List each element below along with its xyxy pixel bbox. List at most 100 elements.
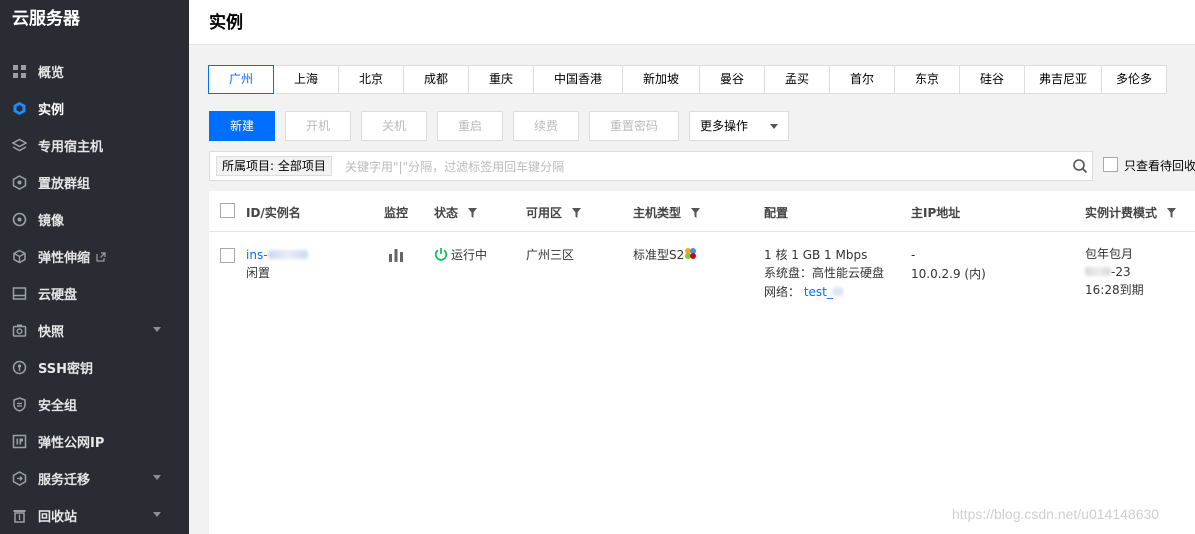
sidebar-item-elastic-ip[interactable]: 弹性公网IP (0, 423, 189, 460)
drive-icon (12, 286, 27, 301)
col-type-label: 主机类型 (633, 206, 682, 220)
project-filter-tag[interactable]: 所属项目: 全部项目 (216, 156, 332, 176)
renew-button[interactable]: 续费 (513, 111, 579, 141)
tab-region-virginia[interactable]: 弗吉尼亚 (1025, 65, 1102, 94)
camera-icon (12, 323, 27, 338)
group-icon (12, 175, 27, 190)
search-input[interactable]: 所属项目: 全部项目 关键字用"|"分隔，过滤标签用回车键分隔 (209, 151, 1093, 181)
sidebar-item-instances[interactable]: 实例 (0, 90, 189, 127)
disc-icon (12, 212, 27, 227)
sidebar-item-label: 云硬盘 (38, 288, 78, 303)
search-placeholder: 关键字用"|"分隔，过滤标签用回车键分隔 (345, 160, 565, 174)
sidebar-item-image[interactable]: 镜像 (0, 201, 189, 238)
restart-button[interactable]: 重启 (437, 111, 503, 141)
network-link[interactable]: test_ (804, 285, 833, 299)
tab-region-singapore[interactable]: 新加坡 (623, 65, 700, 94)
instance-name: 闲置 (246, 266, 271, 280)
sidebar-item-auto-scaling[interactable]: 弹性伸缩 (0, 238, 189, 275)
sidebar-title: 云服务器 (12, 9, 80, 29)
chevron-down-icon (153, 512, 161, 517)
filter-icon[interactable] (468, 208, 478, 218)
watermark: https://blog.csdn.net/u014148630 (952, 506, 1160, 522)
select-all-checkbox[interactable] (220, 203, 235, 218)
sidebar-item-cloud-disk[interactable]: 云硬盘 (0, 275, 189, 312)
tab-region-toronto[interactable]: 多伦多 (1102, 65, 1167, 94)
col-zone[interactable]: 可用区 (526, 204, 582, 221)
reset-password-button[interactable]: 重置密码 (589, 111, 679, 141)
bar-chart-icon[interactable] (388, 248, 404, 262)
filter-icon[interactable] (572, 208, 582, 218)
sidebar-item-placement-group[interactable]: 置放群组 (0, 164, 189, 201)
filter-icon[interactable] (691, 208, 701, 218)
external-link-icon (96, 251, 106, 262)
sidebar-item-recycle-bin[interactable]: 回收站 (0, 497, 189, 534)
tab-region-chongqing[interactable]: 重庆 (469, 65, 534, 94)
col-status[interactable]: 状态 (434, 204, 478, 221)
col-billing[interactable]: 实例计费模式 (1085, 204, 1177, 221)
box-icon (12, 249, 27, 264)
sidebar-item-migration[interactable]: 服务迁移 (0, 460, 189, 497)
tab-region-hongkong[interactable]: 中国香港 (534, 65, 623, 94)
sidebar-item-label: 服务迁移 (38, 473, 91, 488)
tab-region-mumbai[interactable]: 孟买 (765, 65, 830, 94)
sidebar-item-label: SSH密钥 (38, 362, 94, 377)
network-label: 网络： (764, 285, 801, 299)
tab-region-seoul[interactable]: 首尔 (830, 65, 895, 94)
table-header: ID/实例名 监控 状态 可用区 主机类型 配置 主IP地址 实例计费模式 (209, 191, 1195, 232)
more-actions-dropdown[interactable]: 更多操作 (689, 111, 789, 141)
colorful-badge-icon (685, 248, 697, 259)
start-button[interactable]: 开机 (285, 111, 351, 141)
tab-region-guangzhou[interactable]: 广州 (208, 65, 274, 94)
tab-region-beijing[interactable]: 北京 (339, 65, 404, 94)
sidebar-item-label: 回收站 (38, 510, 78, 525)
sidebar-item-label: 安全组 (38, 399, 78, 414)
col-status-label: 状态 (434, 206, 459, 220)
col-type[interactable]: 主机类型 (633, 204, 701, 221)
config-cpu-mem: 1 核 1 GB 1 Mbps (764, 248, 868, 262)
new-button[interactable]: 新建 (209, 111, 275, 141)
col-config: 配置 (764, 206, 789, 220)
pending-recycle-checkbox[interactable] (1103, 157, 1118, 172)
col-id: ID/实例名 (246, 206, 301, 220)
tab-region-shanghai[interactable]: 上海 (274, 65, 339, 94)
billing-mode: 包年包月 (1085, 247, 1134, 261)
shield-icon (12, 397, 27, 412)
config-disk: 系统盘：高性能云硬盘 (764, 266, 885, 280)
tab-region-silicon-valley[interactable]: 硅谷 (960, 65, 1025, 94)
grid-icon (12, 64, 27, 79)
tab-region-tokyo[interactable]: 东京 (895, 65, 960, 94)
sidebar-item-security-group[interactable]: 安全组 (0, 386, 189, 423)
shutdown-button[interactable]: 关机 (361, 111, 427, 141)
instance-id: ins- (246, 248, 268, 262)
expire-date: -23 (1085, 263, 1131, 281)
caret-down-icon (770, 124, 778, 129)
sidebar-item-snapshot[interactable]: 快照 (0, 312, 189, 349)
instance-type: 标准型S2 (633, 246, 697, 264)
sidebar-item-dedicated-host[interactable]: 专用宿主机 (0, 127, 189, 164)
expire-date-suffix: -23 (1111, 265, 1131, 279)
redacted-id (267, 250, 308, 259)
sidebar-item-ssh-key[interactable]: SSH密钥 (0, 349, 189, 386)
sidebar-item-overview[interactable]: 概览 (0, 53, 189, 90)
pending-recycle-label: 只查看待回收 (1124, 159, 1195, 173)
tab-region-chengdu[interactable]: 成都 (404, 65, 469, 94)
status-text: 运行中 (451, 248, 488, 262)
search-icon[interactable] (1072, 158, 1088, 174)
region-tabs: 广州 上海 北京 成都 重庆 中国香港 新加坡 曼谷 孟买 首尔 东京 硅谷 弗… (208, 65, 1167, 94)
sidebar-item-label: 实例 (38, 103, 65, 118)
page-header: 实例 (189, 0, 1195, 45)
sidebar: 云服务器 概览 实例 专用宿主机 置放群组 镜像 弹性伸缩 云硬盘 快照 SSH… (0, 0, 189, 534)
ip-icon (12, 434, 27, 449)
chevron-down-icon (153, 327, 161, 332)
cube-icon (12, 101, 27, 116)
sidebar-item-label: 置放群组 (38, 177, 91, 192)
instance-id-link[interactable]: ins- (246, 246, 308, 264)
col-billing-label: 实例计费模式 (1085, 206, 1158, 220)
sidebar-item-label: 弹性公网IP (38, 436, 105, 451)
power-icon (434, 248, 448, 261)
filter-icon[interactable] (1167, 208, 1177, 218)
more-actions-label: 更多操作 (700, 119, 749, 133)
row-checkbox[interactable] (220, 248, 235, 263)
tab-region-bangkok[interactable]: 曼谷 (700, 65, 765, 94)
trash-icon (12, 508, 27, 523)
